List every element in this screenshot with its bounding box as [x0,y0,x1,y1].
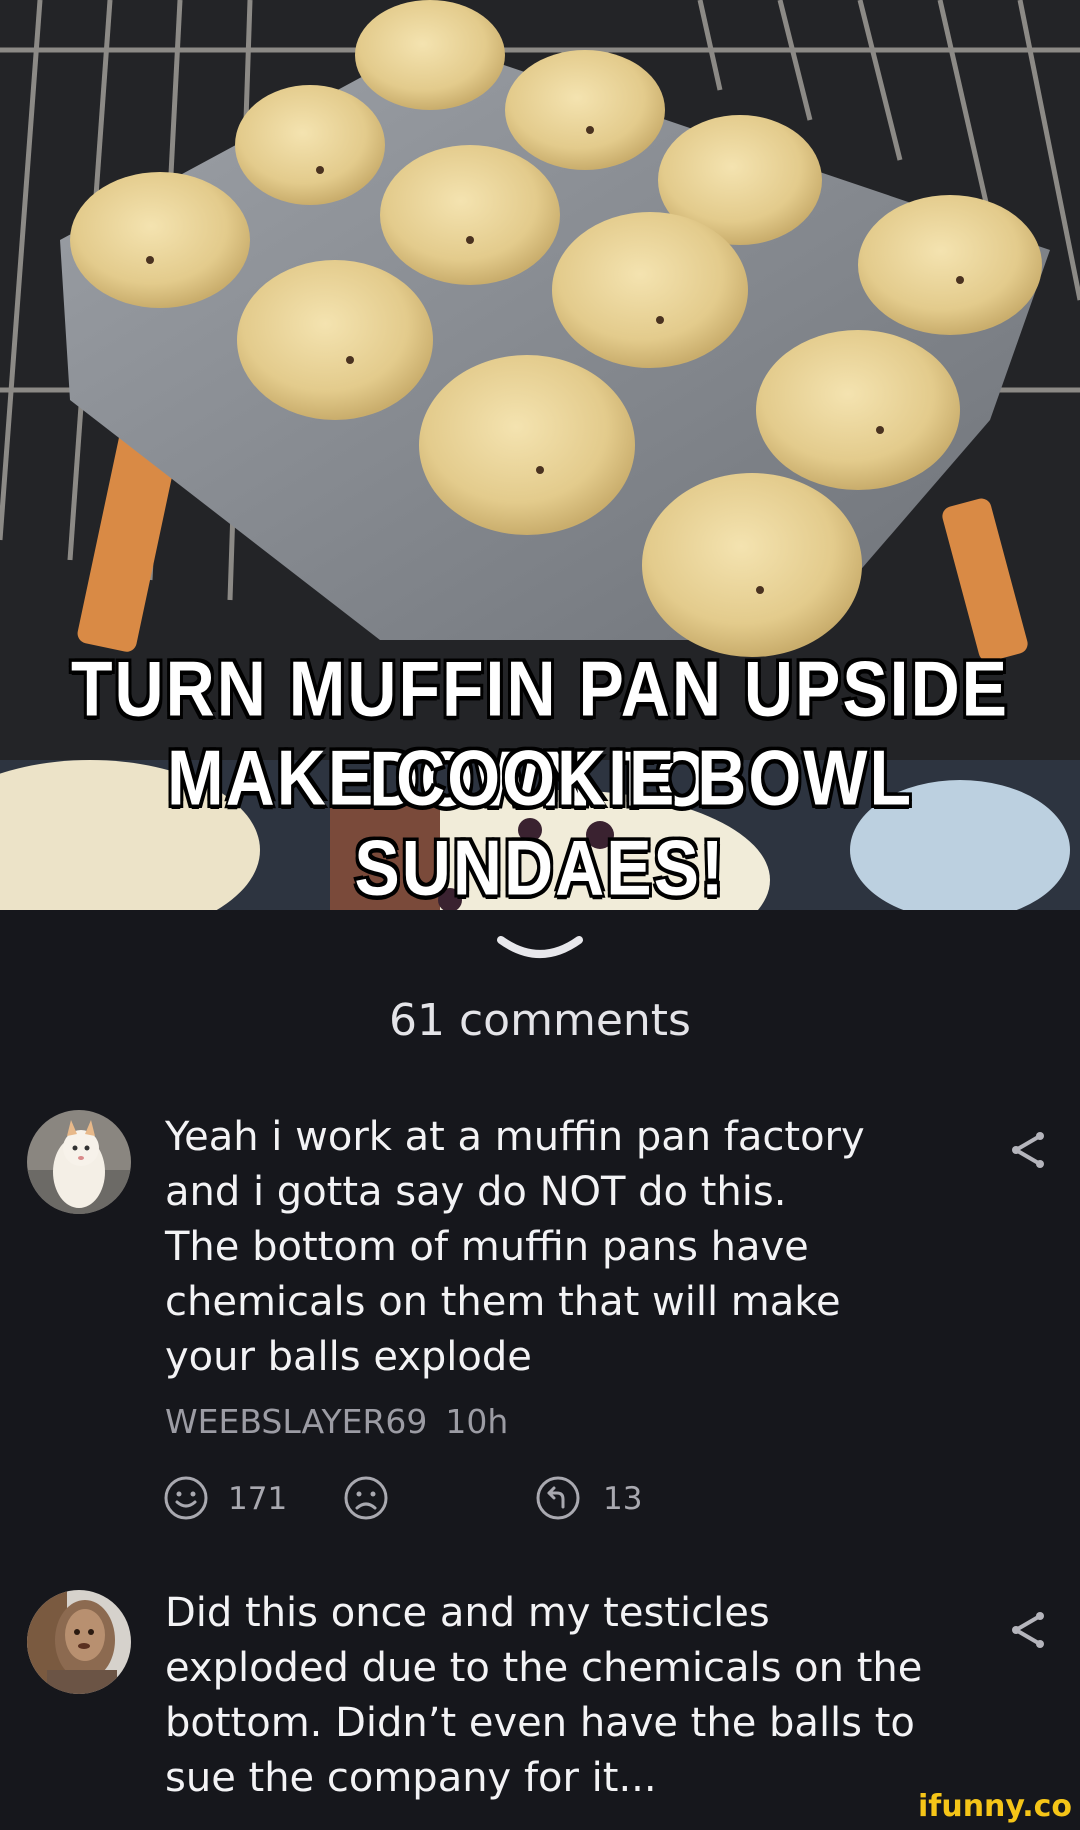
reply-icon[interactable] [535,1475,581,1521]
comment-text-line: exploded due to the chemicals on the [165,1645,923,1691]
comment-text-line: Yeah i work at a muffin pan factory [165,1114,865,1160]
comment-text-line: The bottom of muffin pans have [165,1224,809,1270]
comment-text-line: bottom. Didn’t even have the balls to [165,1700,915,1746]
comment-text-line: Did this once and my testicles [165,1590,770,1636]
comment-actions: 171 13 [163,1475,863,1525]
comment-meta: WEEBSLAYER69 10h [165,1402,508,1441]
comment-text-line: your balls explode [165,1334,532,1380]
avatar[interactable] [27,1590,131,1694]
share-icon[interactable] [1010,1610,1046,1650]
smile-count: 171 [228,1481,288,1517]
meme-image[interactable]: TURN MUFFIN PAN UPSIDE DOWN TO MAKE COOK… [0,0,1080,910]
comment-text-line: and i gotta say do NOT do this. [165,1169,787,1215]
meme-caption-line-2: MAKE COOKIE BOWL SUNDAES! [167,734,913,910]
comment-time: 10h [445,1402,509,1441]
comments-count: 61 comments [389,995,691,1046]
comment-text: Yeah i work at a muffin pan factory and … [165,1110,965,1385]
comment-text-line: chemicals on them that will make [165,1279,841,1325]
comment-text: Did this once and my testicles exploded … [165,1586,965,1806]
smile-icon[interactable] [163,1475,209,1521]
comment-item: Yeah i work at a muffin pan factory and … [0,1110,1080,1520]
frown-icon[interactable] [343,1475,389,1521]
avatar[interactable] [27,1110,131,1214]
comment-author[interactable]: WEEBSLAYER69 [165,1402,427,1441]
share-icon[interactable] [1010,1130,1046,1170]
chevron-down-icon[interactable] [495,930,585,970]
reply-count: 13 [603,1481,643,1517]
comment-text-line: sue the company for it... [165,1755,657,1801]
ifunny-watermark: ifunny.co [918,1789,1072,1824]
